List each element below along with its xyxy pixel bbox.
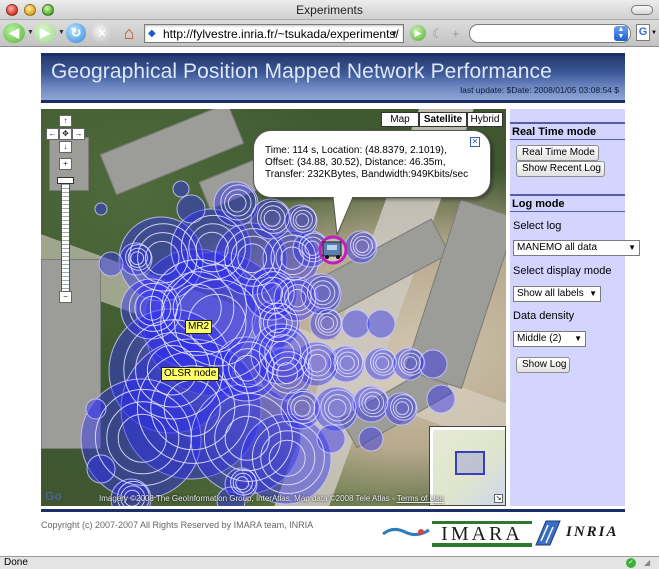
realtime-mode-header: Real Time mode	[510, 122, 625, 140]
data-density-label: Data density	[513, 310, 575, 322]
back-button[interactable]: ◀	[3, 23, 25, 43]
pan-left-icon[interactable]: ←	[46, 128, 59, 140]
pan-down-icon[interactable]: ↓	[59, 141, 72, 153]
map-type-satellite-button[interactable]: Satellite	[419, 112, 467, 127]
add-bookmark-icon[interactable]: +	[452, 26, 460, 41]
measurement-circle[interactable]	[172, 180, 190, 198]
window-title: Experiments	[296, 3, 363, 17]
browser-toolbar: ◀ ▼ ▶ ▼ ↻ ✕ ⌂ ◆ http://fylvestre.inria.f…	[0, 20, 659, 47]
page-banner: Geographical Position Mapped Network Per…	[41, 53, 625, 103]
balloon-offset-distance: Offset: (34.88, 30.52), Distance: 46.35m…	[265, 157, 446, 168]
address-bar[interactable]: ◆ http://fylvestre.inria.fr/~tsukada/exp…	[144, 24, 404, 43]
measurement-circle[interactable]	[94, 202, 108, 216]
measurement-circle[interactable]	[98, 251, 124, 277]
reload-icon: ↻	[70, 25, 82, 40]
check-icon: ✓	[626, 558, 636, 568]
balloon-time-location: Time: 114 s, Location: (48.8379, 2.1019)…	[265, 145, 447, 156]
log-mode-header: Log mode	[510, 194, 625, 212]
nautilus6-logo-graphic	[382, 527, 430, 537]
measurement-circle[interactable]	[85, 398, 107, 420]
show-recent-log-button[interactable]: Show Recent Log	[516, 161, 605, 177]
overview-viewport-box[interactable]	[455, 451, 485, 475]
toolbar-toggle-button[interactable]	[631, 5, 653, 15]
info-balloon: ✕ Time: 114 s, Location: (48.8379, 2.101…	[253, 130, 491, 198]
data-density-dropdown[interactable]: Middle (2) ▼	[513, 331, 586, 347]
vehicle-window-icon	[327, 245, 337, 250]
measurement-circle[interactable]	[176, 194, 206, 224]
display-mode-label: Select display mode	[513, 265, 612, 277]
chevron-down-icon: ▼	[589, 289, 597, 298]
map-type-hybrid-button[interactable]: Hybrid	[467, 112, 503, 127]
reload-button[interactable]: ↻	[66, 23, 86, 43]
go-arrow-icon: ▶	[414, 28, 422, 38]
window-titlebar: Experiments	[0, 0, 659, 20]
nautilus6-logo[interactable]	[381, 524, 431, 540]
status-bar: Done ✓ ◢	[0, 556, 659, 569]
url-text[interactable]: http://fylvestre.inria.fr/~tsukada/exper…	[163, 27, 399, 41]
measurement-circle[interactable]	[316, 424, 346, 454]
select-log-label: Select log	[513, 220, 562, 232]
back-arrow-icon: ◀	[9, 25, 19, 40]
vehicle-wheel-icon	[325, 255, 329, 259]
mr2-label: MR2	[185, 320, 213, 334]
zoom-in-icon[interactable]: +	[59, 158, 72, 170]
close-icon[interactable]: ✕	[470, 137, 480, 147]
map-attribution: Imagery ©2008 The GeoInformation Group, …	[99, 494, 444, 503]
site-favicon-icon: ◆	[148, 28, 156, 39]
search-engine-caret-icon[interactable]: ▼	[651, 30, 657, 36]
chevron-down-icon: ▼	[574, 334, 582, 343]
search-engine-stepper-icon[interactable]: ▲ ▼	[614, 26, 628, 41]
pan-center-icon[interactable]: ✥	[59, 128, 72, 140]
pan-up-icon[interactable]: ↑	[59, 115, 72, 127]
forward-history-caret-icon[interactable]: ▼	[58, 29, 65, 36]
measurement-circle[interactable]	[418, 349, 448, 379]
satellite-map[interactable]: Map Satellite Hybrid ↑ ← ✥ → ↓ + − MR2 O…	[41, 109, 506, 506]
control-panel: Real Time mode Real Time Mode Show Recen…	[510, 109, 640, 506]
inria-logo-mark-icon	[535, 520, 561, 546]
olsr-node-label: OLSR node	[161, 367, 220, 381]
site-prefs-icon[interactable]: ☾	[432, 26, 444, 42]
search-field[interactable]: ▲ ▼	[469, 24, 631, 43]
measurement-circle[interactable]	[341, 309, 371, 339]
vehicle-wheel-icon	[336, 255, 340, 259]
url-history-dropdown-icon[interactable]: ▼	[390, 29, 398, 38]
show-log-button[interactable]: Show Log	[516, 357, 570, 373]
zoom-slider[interactable]	[61, 180, 70, 297]
home-icon: ⌂	[123, 22, 135, 43]
chevron-down-icon: ▼	[628, 243, 636, 252]
display-mode-dropdown[interactable]: Show all labels ▼	[513, 286, 601, 302]
stop-icon: ✕	[97, 27, 107, 40]
home-button[interactable]: ⌂	[118, 22, 140, 44]
inria-logo[interactable]: INRIA	[566, 524, 619, 541]
select-log-dropdown[interactable]: MANEMO all data ▼	[513, 240, 640, 256]
pan-right-icon[interactable]: →	[72, 128, 85, 140]
footer-rule	[41, 509, 625, 512]
go-button[interactable]: ▶	[410, 25, 426, 41]
copyright-text: Copyright (c) 2007-2007 All Rights Reser…	[41, 520, 314, 530]
google-logo: Go	[45, 489, 62, 503]
forward-button[interactable]: ▶	[34, 23, 56, 43]
page-title: Geographical Position Mapped Network Per…	[51, 60, 552, 83]
overview-toggle-icon[interactable]: ↘	[494, 494, 503, 503]
back-history-caret-icon[interactable]: ▼	[27, 29, 34, 36]
map-type-map-button[interactable]: Map	[381, 112, 419, 127]
balloon-tail	[333, 197, 354, 236]
google-search-icon[interactable]: G	[636, 24, 650, 41]
stop-button[interactable]: ✕	[92, 23, 112, 43]
terms-of-use-link[interactable]: Terms of Use	[397, 494, 444, 503]
forward-arrow-icon: ▶	[40, 25, 50, 40]
measurement-circle[interactable]	[426, 384, 456, 414]
last-update-date: last update: $Date: 2008/01/05 03:08:54 …	[460, 85, 619, 95]
balloon-transfer-bandwidth: Transfer: 232KBytes, Bandwidth:949Kbits/…	[265, 169, 469, 180]
status-text: Done	[4, 557, 28, 568]
zoom-out-icon[interactable]: −	[59, 291, 72, 303]
imara-logo[interactable]: IMARA	[432, 521, 532, 547]
realtime-mode-button[interactable]: Real Time Mode	[516, 145, 599, 161]
resize-grip-icon[interactable]: ◢	[644, 558, 650, 567]
measurement-circle[interactable]	[358, 426, 384, 452]
zoom-slider-handle[interactable]	[57, 177, 74, 184]
measurement-circle[interactable]	[366, 309, 396, 339]
